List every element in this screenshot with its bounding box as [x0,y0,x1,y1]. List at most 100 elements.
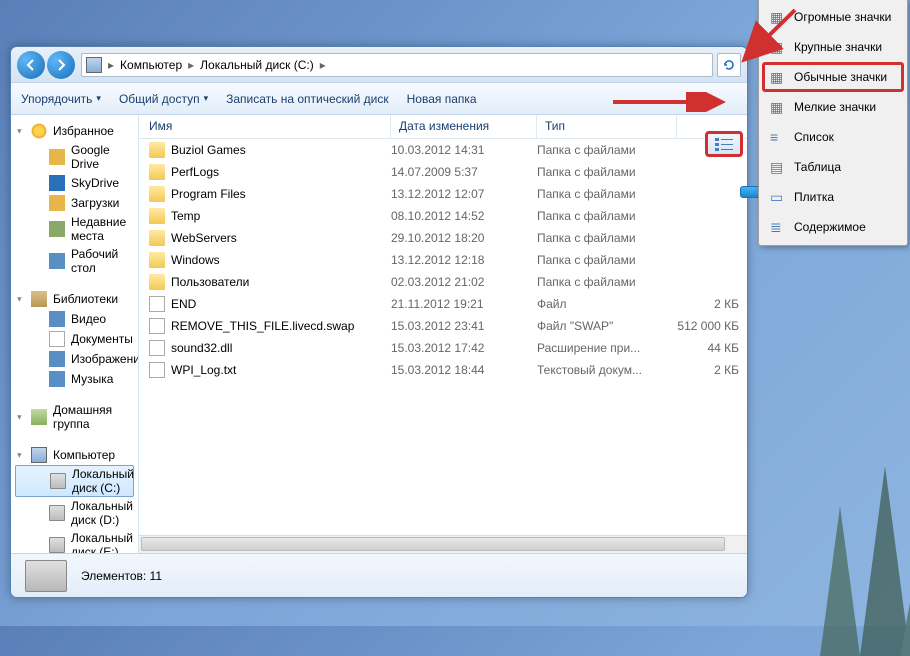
images-icon [49,351,65,367]
column-type[interactable]: Тип [537,115,677,138]
file-row[interactable]: Windows13.12.2012 12:18Папка с файлами [139,249,747,271]
view-icon: ▭ [770,189,786,205]
file-name: Windows [171,253,220,267]
computer-group: Компьютер Локальный диск (C:) Локальный … [11,445,138,553]
share-button[interactable]: Общий доступ [119,92,208,106]
dll-icon [149,340,165,356]
view-icon: ▤ [770,159,786,175]
file-type: Папка с файлами [537,253,677,267]
file-date: 10.03.2012 14:31 [391,143,537,157]
file-type: Папка с файлами [537,275,677,289]
column-name[interactable]: Имя [139,115,391,138]
breadcrumb-drive-c[interactable]: Локальный диск (C:) [196,58,318,72]
homegroup-header[interactable]: Домашняя группа [11,401,138,433]
new-folder-button[interactable]: Новая папка [407,92,477,106]
file-row[interactable]: Buziol Games 10.03.2012 14:31Папка с файл… [139,139,747,161]
file-row[interactable]: PerfLogs 14.07.2009 5:37Папка с файлами [139,161,747,183]
forward-button[interactable] [47,51,75,79]
file-size: 2 КБ [677,297,747,311]
explorer-window: ▸ Компьютер ▸ Локальный диск (C:) ▸ Упор… [10,46,748,598]
file-type: Папка с файлами [537,165,677,179]
status-text: Элементов: 11 [81,569,162,583]
sidebar-item-images[interactable]: Изображения [11,349,138,369]
view-icon: ≣ [770,219,786,235]
column-headers: Имя Дата изменения Тип [139,115,747,139]
organize-button[interactable]: Упорядочить [21,92,101,106]
computer-icon [31,447,47,463]
favorites-label: Избранное [53,124,114,138]
file-date: 15.03.2012 23:41 [391,319,537,333]
column-date[interactable]: Дата изменения [391,115,537,138]
favorites-header[interactable]: Избранное [11,121,138,141]
scrollbar-thumb[interactable] [141,537,725,551]
recent-icon [49,221,65,237]
view-option-5[interactable]: ▤Таблица [762,152,904,182]
sidebar-item-drive-c[interactable]: Локальный диск (C:) [15,465,134,497]
file-type: Файл "SWAP" [537,319,677,333]
view-option-label: Содержимое [794,220,866,234]
sidebar-item-downloads[interactable]: Загрузки [11,193,138,213]
drive-icon [49,505,65,521]
file-row[interactable]: WebServers29.10.2012 18:20Папка с файлам… [139,227,747,249]
sidebar-item-music[interactable]: Музыка [11,369,138,389]
computer-header[interactable]: Компьютер [11,445,138,465]
file-row[interactable]: sound32.dll15.03.2012 17:42Расширение пр… [139,337,747,359]
file-type: Папка с файлами [537,187,677,201]
horizontal-scrollbar[interactable] [139,535,747,553]
file-row[interactable]: REMOVE_THIS_FILE.livecd.swap15.03.2012 2… [139,315,747,337]
drive-icon [50,473,66,489]
sidebar-item-label: Рабочий стол [71,247,128,275]
sidebar-item-recent[interactable]: Недавние места [11,213,138,245]
view-option-label: Список [794,130,834,144]
annotation-arrow [608,92,728,112]
sidebar-item-video[interactable]: Видео [11,309,138,329]
file-row[interactable]: Program Files13.12.2012 12:07Папка с фай… [139,183,747,205]
homegroup-label: Домашняя группа [53,403,128,431]
file-row[interactable]: WPI_Log.txt15.03.2012 18:44Текстовый док… [139,359,747,381]
file-date: 14.07.2009 5:37 [391,165,537,179]
file-name: Buziol Games [171,143,246,157]
breadcrumb-computer[interactable]: Компьютер [116,58,186,72]
favorites-group: Избранное Google Drive SkyDrive Загрузки… [11,121,138,277]
star-icon [31,123,47,139]
file-row[interactable]: END21.11.2012 19:21Файл2 КБ [139,293,747,315]
view-option-label: Огромные значки [794,10,891,24]
file-name: PerfLogs [171,165,219,179]
view-option-7[interactable]: ≣ Содержимое [762,212,904,242]
sidebar-item-label: Документы [71,332,133,346]
file-date: 08.10.2012 14:52 [391,209,537,223]
sidebar-item-gdrive[interactable]: Google Drive [11,141,138,173]
file-type: Папка с файлами [537,231,677,245]
sidebar-item-desktop[interactable]: Рабочий стол [11,245,138,277]
sidebar-item-drive-d[interactable]: Локальный диск (D:) [11,497,138,529]
sidebar-item-label: Видео [71,312,106,326]
sidebar-item-documents[interactable]: Документы [11,329,138,349]
sidebar-item-skydrive[interactable]: SkyDrive [11,173,138,193]
nav-sidebar: Избранное Google Drive SkyDrive Загрузки… [11,115,139,553]
doc-icon [149,296,165,312]
libraries-header[interactable]: Библиотеки [11,289,138,309]
file-name: Temp [171,209,200,223]
file-name: Program Files [171,187,246,201]
titlebar: ▸ Компьютер ▸ Локальный диск (C:) ▸ [11,47,747,83]
file-type: Папка с файлами [537,143,677,157]
status-bar: Элементов: 11 [11,553,747,597]
file-row[interactable]: Temp08.10.2012 14:52Папка с файлами [139,205,747,227]
downloads-icon [49,195,65,211]
view-mode-button[interactable] [705,131,743,157]
chevron-right-icon: ▸ [106,58,116,72]
folder-icon [149,164,165,180]
sidebar-item-label: Загрузки [71,196,119,210]
view-option-6[interactable]: ▭Плитка [762,182,904,212]
sidebar-item-label: Недавние места [71,215,128,243]
breadcrumb[interactable]: ▸ Компьютер ▸ Локальный диск (C:) ▸ [81,53,713,77]
sidebar-item-drive-e[interactable]: Локальный диск (E:) [11,529,138,553]
file-row[interactable]: Пользователи02.03.2012 21:02Папка с файл… [139,271,747,293]
file-name: WebServers [171,231,237,245]
file-name: sound32.dll [171,341,232,355]
back-button[interactable] [17,51,45,79]
view-option-3[interactable]: ▦Мелкие значки [762,92,904,122]
folder-icon [149,252,165,268]
burn-button[interactable]: Записать на оптический диск [226,92,389,106]
view-option-4[interactable]: ≡Список [762,122,904,152]
